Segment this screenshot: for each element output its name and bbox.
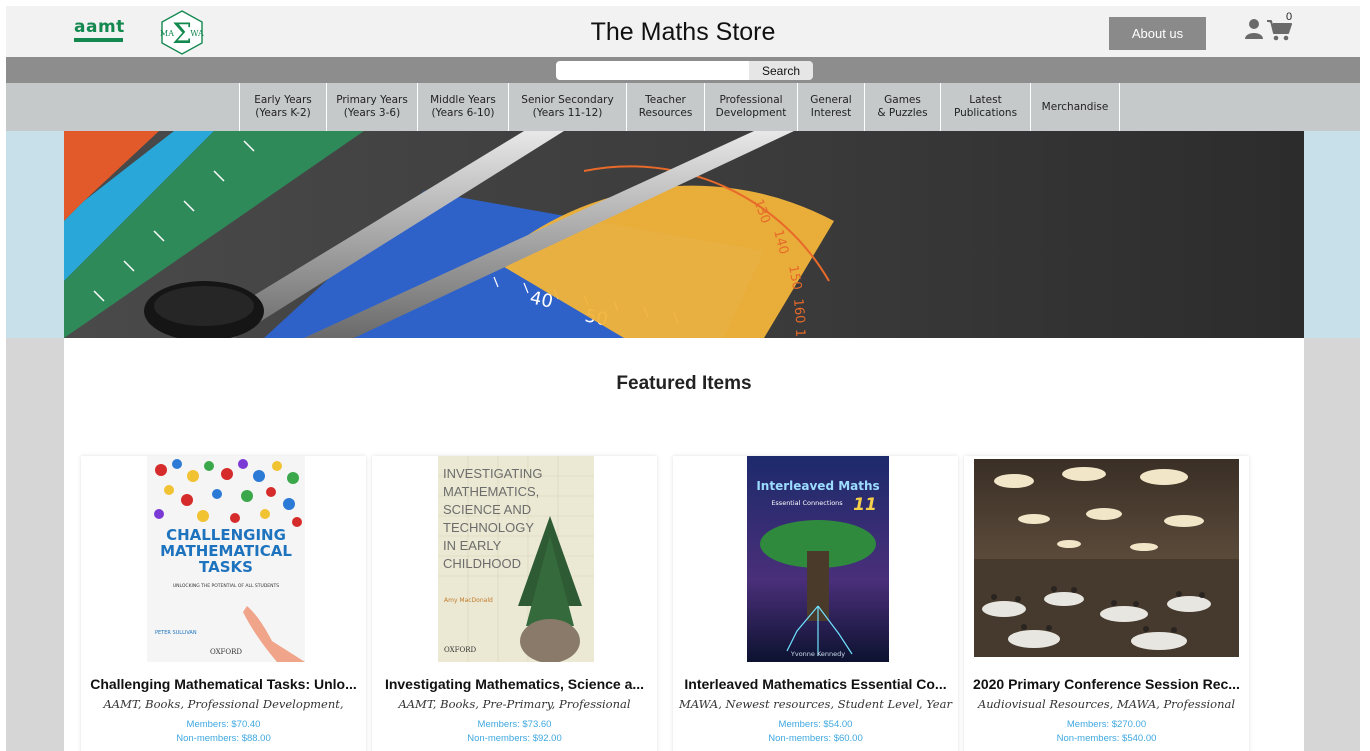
cover-3-subtitle: Essential Connections bbox=[771, 499, 843, 507]
cover-2-line-2: MATHEMATICS, bbox=[443, 484, 539, 499]
cart-count-badge: 0 bbox=[1286, 11, 1293, 23]
product-members-price-2: Members: $73.60 bbox=[477, 719, 552, 730]
cover-2-publisher: OXFORD bbox=[444, 646, 476, 654]
nav-item-teacher-resources[interactable]: Teacher Resources bbox=[626, 83, 704, 131]
cover-2-author: Amy MacDonald bbox=[444, 597, 493, 604]
product-image-1[interactable]: CHALLENGING MATHEMATICAL TASKS UNLOCKING… bbox=[147, 456, 305, 662]
hero-banner: 40 50 130 140 150 160 170 bbox=[64, 131, 1304, 338]
cover-1: CHALLENGING MATHEMATICAL TASKS UNLOCKING… bbox=[147, 456, 305, 662]
cover-3: Interleaved Maths Essential Connections … bbox=[747, 456, 889, 662]
featured-section: Featured Items CHALLENGING MATHEMATICAL … bbox=[64, 338, 1304, 751]
product-categories-2: AAMT, Books, Pre-Primary, Professional bbox=[398, 697, 631, 711]
category-list: Early Years (Years K-2) Primary Years (Y… bbox=[239, 83, 1120, 131]
nav-item-professional-development[interactable]: Professional Development bbox=[704, 83, 797, 131]
cover-2-line-4: TECHNOLOGY bbox=[443, 520, 534, 535]
cover-1-author: PETER SULLIVAN bbox=[155, 630, 197, 636]
nav-item-middle-years[interactable]: Middle Years (Years 6-10) bbox=[417, 83, 508, 131]
product-image-2[interactable]: INVESTIGATING MATHEMATICS, SCIENCE AND T… bbox=[438, 456, 594, 662]
nav-item-latest-publications[interactable]: Latest Publications bbox=[940, 83, 1030, 131]
user-icon[interactable] bbox=[1244, 18, 1264, 40]
product-members-price-1: Members: $70.40 bbox=[186, 719, 261, 730]
cover-2-line-3: SCIENCE AND bbox=[443, 502, 531, 517]
product-nonmembers-price-1: Non-members: $88.00 bbox=[176, 733, 271, 744]
product-card-4[interactable]: 2020 Primary Conference Session Rec... A… bbox=[964, 456, 1249, 751]
featured-title: Featured Items bbox=[616, 373, 752, 394]
cover-1-publisher: OXFORD bbox=[210, 648, 242, 656]
product-image-3[interactable]: Interleaved Maths Essential Connections … bbox=[747, 456, 889, 662]
svg-text:160: 160 bbox=[790, 298, 807, 324]
product-members-price-3: Members: $54.00 bbox=[778, 719, 853, 730]
cover-3-author: Yvonne Kennedy bbox=[790, 650, 845, 658]
product-nonmembers-price-4: Non-members: $540.00 bbox=[1056, 733, 1157, 744]
product-title-3[interactable]: Interleaved Mathematics Essential Co... bbox=[673, 676, 958, 692]
product-title-2[interactable]: Investigating Mathematics, Science a... bbox=[372, 676, 657, 692]
search-button[interactable]: Search bbox=[749, 61, 813, 80]
product-members-price-4: Members: $270.00 bbox=[1066, 719, 1147, 730]
product-title-4[interactable]: 2020 Primary Conference Session Rec... bbox=[964, 676, 1249, 692]
about-us-button[interactable]: About us bbox=[1109, 17, 1206, 50]
cover-2-line-1: INVESTIGATING bbox=[443, 466, 542, 481]
nav-item-general-interest[interactable]: General Interest bbox=[797, 83, 864, 131]
cover-2-line-5: IN EARLY bbox=[443, 538, 502, 553]
cover-3-number: 11 bbox=[853, 495, 877, 515]
category-nav: Early Years (Years K-2) Primary Years (Y… bbox=[6, 83, 1360, 131]
nav-item-games-puzzles[interactable]: Games & Puzzles bbox=[864, 83, 940, 131]
product-categories-1: AAMT, Books, Professional Development, bbox=[103, 697, 344, 711]
product-card-2[interactable]: INVESTIGATING MATHEMATICS, SCIENCE AND T… bbox=[372, 456, 657, 751]
product-nonmembers-price-2: Non-members: $92.00 bbox=[467, 733, 562, 744]
product-categories-4: Audiovisual Resources, MAWA, Professiona… bbox=[977, 697, 1236, 711]
product-card-3[interactable]: Interleaved Maths Essential Connections … bbox=[673, 456, 958, 751]
nav-item-primary-years[interactable]: Primary Years (Years 3-6) bbox=[326, 83, 417, 131]
product-nonmembers-price-3: Non-members: $60.00 bbox=[768, 733, 863, 744]
cover-2-line-6: CHILDHOOD bbox=[443, 556, 521, 571]
header: aamt Σ MA WA The Maths Store About us 0 bbox=[6, 6, 1360, 57]
product-title-1[interactable]: Challenging Mathematical Tasks: Unlo... bbox=[81, 676, 366, 692]
product-card-1[interactable]: CHALLENGING MATHEMATICAL TASKS UNLOCKING… bbox=[81, 456, 366, 751]
search-bar: Search bbox=[6, 57, 1360, 83]
nav-item-merchandise[interactable]: Merchandise bbox=[1030, 83, 1120, 131]
svg-text:170: 170 bbox=[792, 329, 808, 338]
hero-image: 40 50 130 140 150 160 170 bbox=[64, 131, 1304, 338]
search-input[interactable] bbox=[556, 61, 749, 80]
cover-3-title: Interleaved Maths bbox=[756, 479, 879, 493]
cover-2: INVESTIGATING MATHEMATICS, SCIENCE AND T… bbox=[438, 456, 594, 662]
page: aamt Σ MA WA The Maths Store About us 0 … bbox=[6, 6, 1360, 751]
nav-item-early-years[interactable]: Early Years (Years K-2) bbox=[239, 83, 326, 131]
cover-1-line-3: TASKS bbox=[199, 558, 253, 576]
nav-item-senior-secondary[interactable]: Senior Secondary (Years 11-12) bbox=[508, 83, 626, 131]
cover-4 bbox=[974, 459, 1239, 657]
cover-1-subtitle: UNLOCKING THE POTENTIAL OF ALL STUDENTS bbox=[173, 583, 279, 589]
product-image-4[interactable] bbox=[974, 459, 1239, 657]
product-categories-3: MAWA, Newest resources, Student Level, Y… bbox=[679, 697, 952, 711]
